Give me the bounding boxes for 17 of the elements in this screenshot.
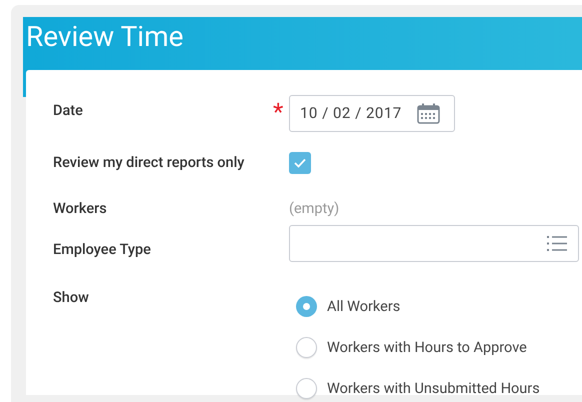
page-title: Review Time bbox=[26, 19, 184, 55]
radio-option[interactable]: Workers with Hours to Approve bbox=[296, 337, 582, 358]
select-field[interactable] bbox=[289, 225, 579, 262]
date-field[interactable]: 10 / 02 / 2017 bbox=[289, 95, 455, 132]
field-label: Workers bbox=[53, 199, 107, 219]
radio-option[interactable]: Workers with Unsubmitted Hours bbox=[296, 378, 582, 399]
radio-option[interactable]: All Workers bbox=[296, 296, 582, 317]
checkbox[interactable] bbox=[289, 152, 311, 174]
field-label: Show bbox=[53, 288, 89, 308]
field-label: Review my direct reports only bbox=[53, 153, 244, 173]
empty-value: (empty) bbox=[289, 200, 340, 217]
list-icon[interactable] bbox=[547, 235, 567, 252]
field-label: Date bbox=[53, 101, 83, 121]
calendar-icon[interactable] bbox=[417, 103, 440, 124]
checkmark-icon bbox=[294, 158, 306, 168]
required-mark: * bbox=[273, 100, 284, 118]
field-label: Employee Type bbox=[53, 240, 151, 260]
